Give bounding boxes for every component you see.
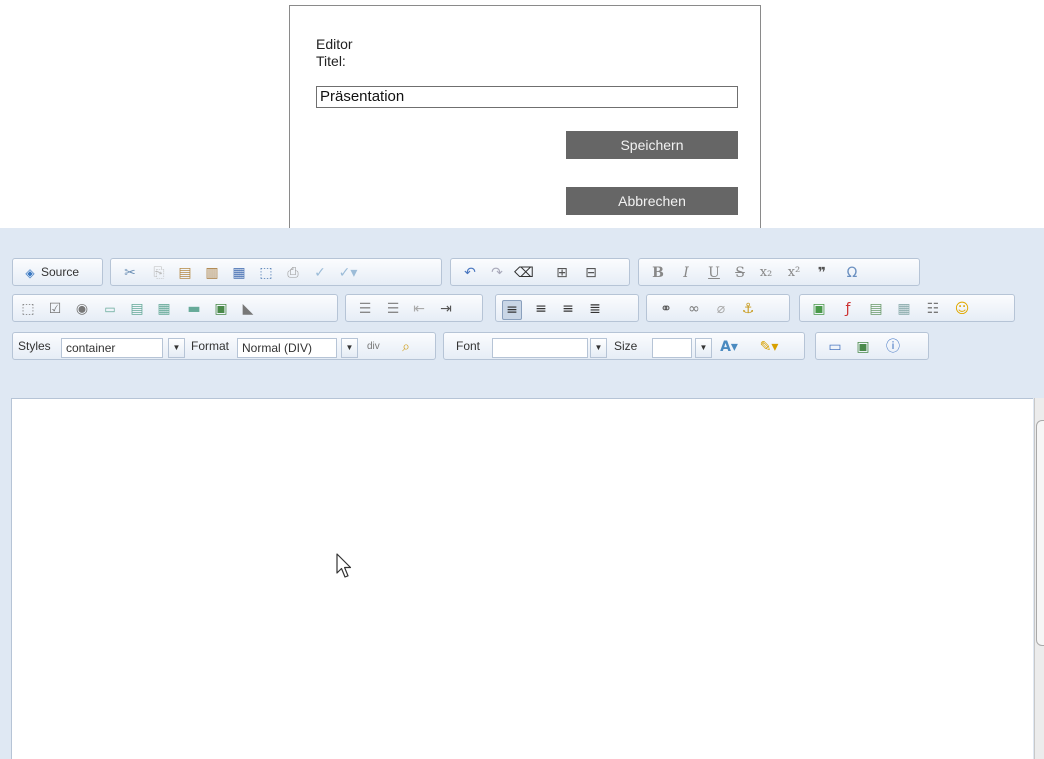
superscript-icon[interactable]: x² xyxy=(785,264,803,282)
image-button-icon[interactable]: ▣ xyxy=(212,300,230,318)
undo-icon[interactable]: ↶ xyxy=(461,264,479,282)
list-group: ☰ ☰ ⇤ ⇥ xyxy=(345,294,483,322)
replace-icon[interactable]: ⊟ xyxy=(582,264,600,282)
title-label: Titel: xyxy=(316,53,346,69)
checkbox-icon[interactable]: ☑ xyxy=(46,300,64,318)
select-field-icon[interactable]: ▦ xyxy=(155,300,173,318)
cut-icon[interactable]: ✂ xyxy=(121,264,139,282)
font-combo[interactable] xyxy=(492,338,588,358)
anchor-icon[interactable]: ⚓ xyxy=(739,300,757,318)
align-right-icon[interactable]: ≡ xyxy=(559,300,577,318)
title-input[interactable]: Präsentation xyxy=(316,86,738,108)
editor-content-area[interactable] xyxy=(11,398,1033,759)
editor-label: Editor xyxy=(316,36,353,52)
paste-word-icon[interactable]: ▦ xyxy=(230,264,248,282)
save-button[interactable]: Speichern xyxy=(566,131,738,159)
maximize-icon[interactable]: ▭ xyxy=(826,338,844,356)
italic-icon[interactable]: I xyxy=(677,264,695,282)
size-dropdown-icon[interactable]: ▼ xyxy=(695,338,712,358)
radio-icon[interactable]: ◉ xyxy=(73,300,91,318)
show-blocks-icon[interactable]: ▣ xyxy=(854,338,872,356)
strikethrough-icon[interactable]: S xyxy=(731,264,749,282)
format-label: Format xyxy=(191,339,230,353)
undo-group: ↶ ↷ ⌫ ⊞ ⊟ xyxy=(450,258,630,286)
numbered-list-icon[interactable]: ☰ xyxy=(356,300,374,318)
form-icon[interactable]: ⬚ xyxy=(19,300,37,318)
tools-group: ▭ ▣ ⓘ xyxy=(815,332,929,360)
paste-text-icon[interactable]: ▥ xyxy=(203,264,221,282)
flash-icon[interactable]: ƒ xyxy=(839,300,857,318)
unlink-icon[interactable]: ∞ xyxy=(685,300,703,318)
div-container-icon[interactable]: div xyxy=(367,339,380,354)
title-dialog: Editor Titel: Präsentation Speichern Abb… xyxy=(289,5,761,245)
justify-icon[interactable]: ≣ xyxy=(586,300,604,318)
styles-label: Styles xyxy=(18,339,51,353)
horizontal-rule-icon[interactable]: ☷ xyxy=(924,300,942,318)
font-dropdown-icon[interactable]: ▼ xyxy=(590,338,607,358)
table-icon[interactable]: ▦ xyxy=(895,300,913,318)
align-center-icon[interactable]: ≡ xyxy=(532,300,550,318)
source-button[interactable]: Source xyxy=(41,265,79,280)
paste-icon[interactable]: ▤ xyxy=(176,264,194,282)
text-color-icon[interactable]: A▾ xyxy=(720,338,738,356)
template-icon[interactable]: ▤ xyxy=(867,300,885,318)
copy-icon[interactable]: ⎘ xyxy=(150,264,168,282)
bulleted-list-icon[interactable]: ☰ xyxy=(384,300,402,318)
button-icon[interactable]: ▬ xyxy=(185,300,203,318)
bg-color-icon[interactable]: ✎▾ xyxy=(760,338,779,356)
source-icon: ◈ xyxy=(25,266,35,280)
textarea-icon[interactable]: ▤ xyxy=(128,300,146,318)
smiley-icon[interactable]: ☺ xyxy=(953,300,971,318)
link-icon[interactable]: ⚭ xyxy=(657,300,675,318)
spellcheck-dropdown-icon[interactable]: ✓▾ xyxy=(339,264,358,282)
scrollbar-thumb[interactable] xyxy=(1036,420,1044,646)
source-group: ◈ Source xyxy=(12,258,103,286)
format-dropdown-icon[interactable]: ▼ xyxy=(341,338,358,358)
hidden-field-icon[interactable]: ◣ xyxy=(239,300,257,318)
rich-text-editor: ◈ Source ✂ ⎘ ▤ ▥ ▦ ⬚ ⎙ ✓ ✓▾ ↶ ↷ ⌫ ⊞ ⊟ B … xyxy=(0,228,1044,759)
format-combo[interactable]: Normal (DIV) xyxy=(237,338,337,358)
outdent-icon[interactable]: ⇤ xyxy=(410,300,428,318)
format-group: B I U S x₂ x² ❞ Ω xyxy=(638,258,920,286)
broken-link-icon[interactable]: ⌀ xyxy=(712,300,730,318)
styles-combo[interactable]: container xyxy=(61,338,163,358)
font-label: Font xyxy=(456,339,481,353)
redo-icon[interactable]: ↷ xyxy=(488,264,506,282)
subscript-icon[interactable]: x₂ xyxy=(757,264,775,282)
remove-format-icon[interactable]: ⌫ xyxy=(514,264,534,282)
font-group: Font ▼ Size ▼ A▾ ✎▾ xyxy=(443,332,805,360)
styles-dropdown-icon[interactable]: ▼ xyxy=(168,338,185,358)
image-icon[interactable]: ▣ xyxy=(810,300,828,318)
special-char-icon[interactable]: Ω xyxy=(843,264,861,282)
print-icon[interactable]: ⎙ xyxy=(284,264,302,282)
align-left-icon[interactable]: ≡ xyxy=(502,300,522,320)
indent-icon[interactable]: ⇥ xyxy=(437,300,455,318)
clipboard-group: ✂ ⎘ ▤ ▥ ▦ ⬚ ⎙ ✓ ✓▾ xyxy=(110,258,442,286)
find-icon[interactable]: ⊞ xyxy=(553,264,571,282)
select-all-icon[interactable]: ⬚ xyxy=(257,264,275,282)
bold-icon[interactable]: B xyxy=(649,264,667,282)
underline-icon[interactable]: U xyxy=(705,264,723,282)
textfield-icon[interactable]: ▭ xyxy=(101,300,119,318)
align-group: ≡ ≡ ≡ ≣ xyxy=(495,294,639,322)
find-zoom-icon[interactable]: ⌕ xyxy=(397,338,415,356)
forms-group: ⬚ ☑ ◉ ▭ ▤ ▦ ▬ ▣ ◣ xyxy=(12,294,338,322)
blockquote-icon[interactable]: ❞ xyxy=(813,264,831,282)
size-combo[interactable] xyxy=(652,338,692,358)
link-group: ⚭ ∞ ⌀ ⚓ xyxy=(646,294,790,322)
mouse-cursor-icon xyxy=(336,553,352,578)
insert-group: ▣ ƒ ▤ ▦ ☷ ☺ xyxy=(799,294,1015,322)
size-label: Size xyxy=(614,339,638,353)
about-icon[interactable]: ⓘ xyxy=(884,338,902,356)
cancel-button[interactable]: Abbrechen xyxy=(566,187,738,215)
styles-group: Styles container ▼ Format Normal (DIV) ▼… xyxy=(12,332,436,360)
spellcheck-icon[interactable]: ✓ xyxy=(311,264,329,282)
